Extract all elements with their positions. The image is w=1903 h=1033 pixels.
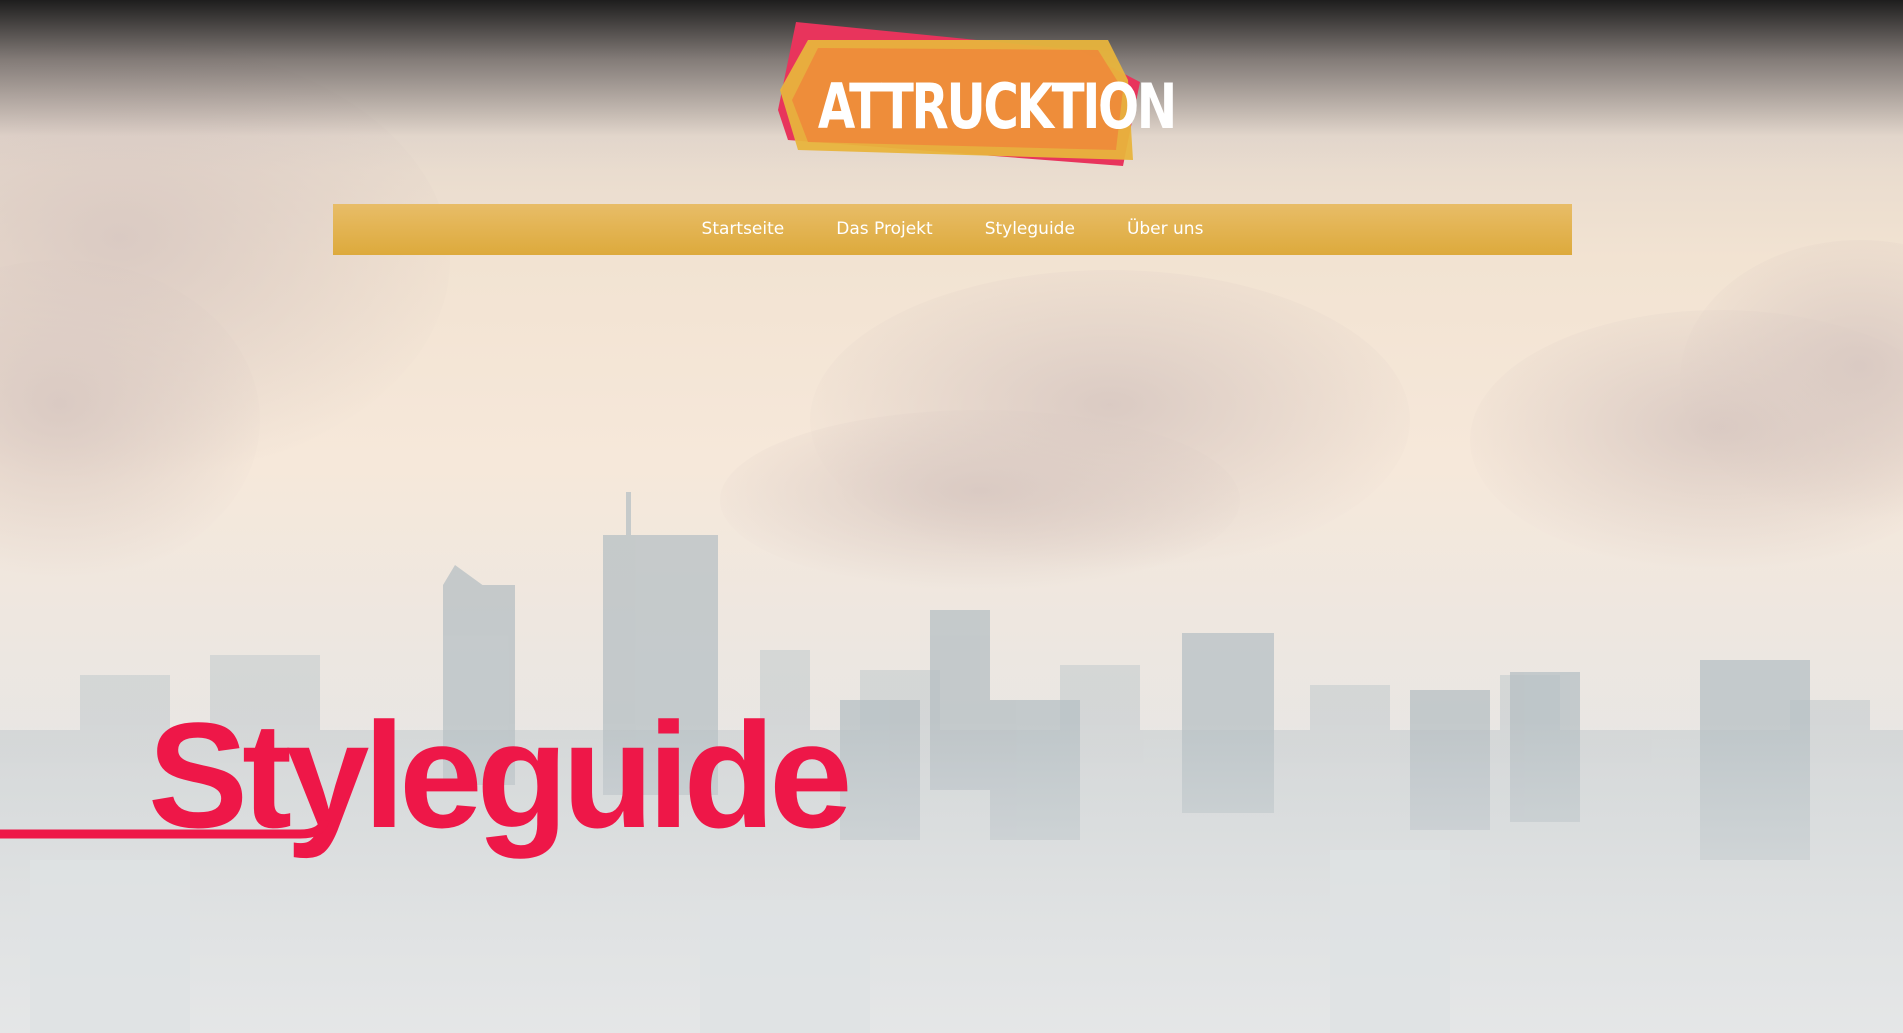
nav-item-das-projekt[interactable]: Das Projekt (810, 204, 958, 255)
hero-section: ATTRUCKTION Startseite Das Projekt Style… (0, 0, 1903, 1033)
logo-wordmark: ATTRUCKTION (817, 70, 1177, 143)
nav-item-styleguide[interactable]: Styleguide (959, 204, 1101, 255)
title-underline-decoration (0, 820, 330, 839)
nav-item-startseite[interactable]: Startseite (676, 204, 811, 255)
nav-item-ueber-uns[interactable]: Über uns (1101, 204, 1230, 255)
main-navigation: Startseite Das Projekt Styleguide Über u… (333, 204, 1572, 255)
attrucktion-logo[interactable]: ATTRUCKTION (778, 20, 1177, 170)
